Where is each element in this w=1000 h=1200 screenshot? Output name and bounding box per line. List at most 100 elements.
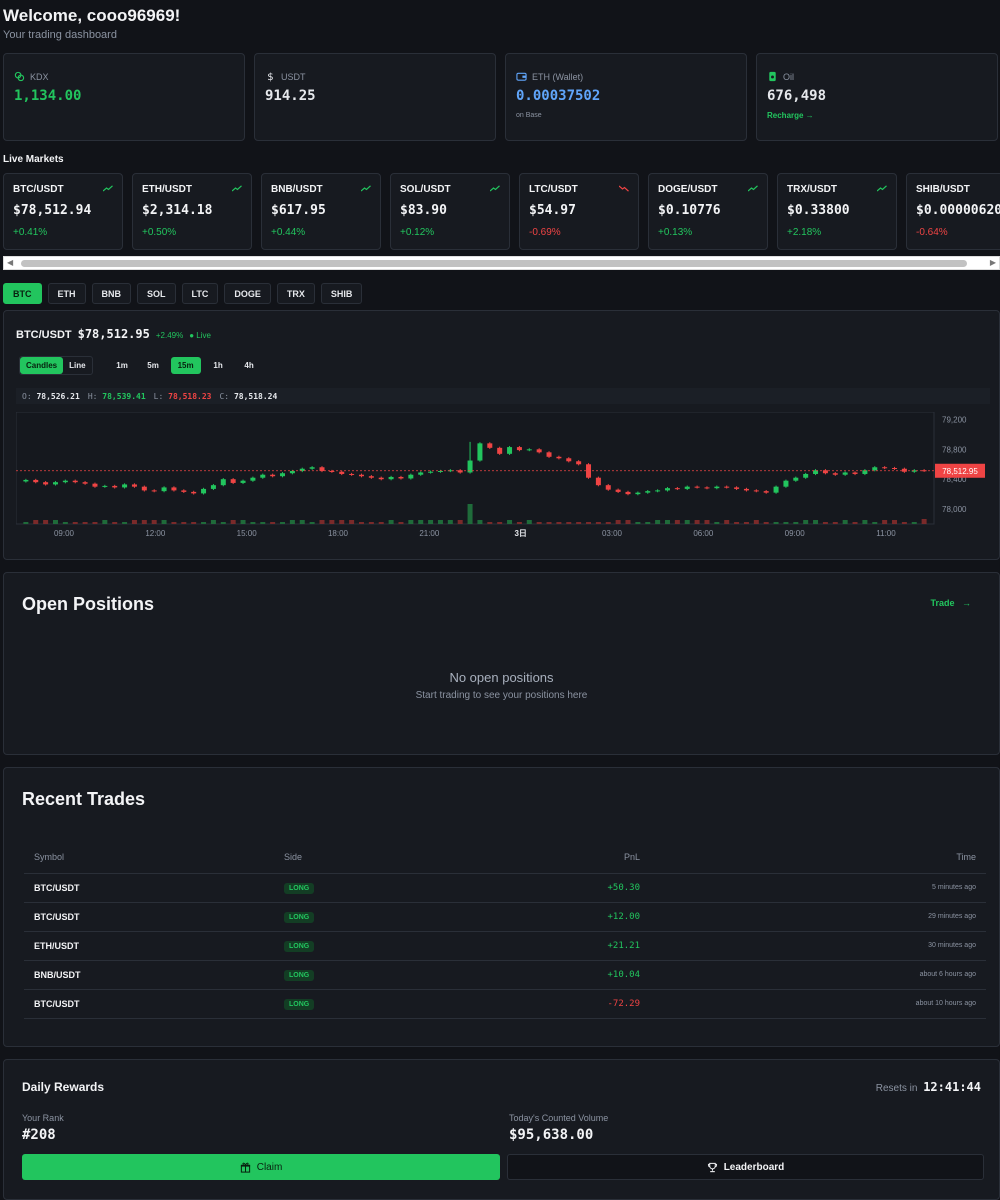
candlestick-chart[interactable]: 79,20078,80078,40078,00009:00 12:00 15:00 1…	[16, 412, 990, 552]
market-card-ltc[interactable]: LTC/USDT $54.97 -0.69%	[519, 173, 639, 250]
time-tick-label: 18:00	[328, 529, 349, 538]
volume-bar	[852, 522, 858, 524]
market-card-doge[interactable]: DOGE/USDT $0.10776 +0.13%	[648, 173, 768, 250]
tab-sol[interactable]: SOL	[137, 283, 176, 304]
svg-text:$: $	[267, 72, 273, 82]
volume-bar	[82, 522, 88, 524]
market-card-eth[interactable]: ETH/USDT $2,314.18 +0.50%	[132, 173, 252, 250]
mode-line-button[interactable]: Line	[63, 357, 91, 374]
candle-body	[556, 456, 562, 459]
markets-scrollbar[interactable]: ◀ ▶	[3, 256, 1000, 270]
claim-button[interactable]: Claim	[22, 1154, 500, 1180]
trend-up-icon	[876, 184, 887, 194]
volume-bar	[734, 522, 740, 524]
candle-body	[842, 472, 848, 475]
tab-shib[interactable]: SHIB	[320, 283, 363, 304]
market-card-shib[interactable]: SHIB/USDT $0.00000620 -0.64%	[906, 173, 1000, 250]
candle-body	[388, 476, 394, 480]
leaderboard-button[interactable]: Leaderboard	[507, 1154, 984, 1180]
scroll-left-icon[interactable]: ◀	[7, 258, 13, 267]
tab-eth[interactable]: ETH	[47, 283, 86, 304]
volume-label: Today's Counted Volume	[509, 1113, 609, 1123]
volume-bar	[793, 522, 799, 524]
volume-bar	[349, 520, 355, 524]
volume-bar	[586, 522, 592, 524]
volume-bar	[191, 522, 197, 524]
market-symbol: SOL/USDT	[400, 184, 451, 195]
candle-body	[428, 471, 434, 473]
reset-countdown: Resets in 12:41:44	[876, 1080, 981, 1094]
interval-4h-button[interactable]: 4h	[236, 357, 263, 374]
open-positions-title: Open Positions	[22, 594, 155, 614]
candle-body	[52, 482, 58, 485]
volume-bar	[437, 520, 443, 524]
market-card-sol[interactable]: SOL/USDT $83.90 +0.12%	[390, 173, 510, 250]
tab-bnb[interactable]: BNB	[91, 283, 131, 304]
chart-header: BTC/USDT $78,512.95 +2.49% ● Live	[16, 327, 211, 341]
volume-bar	[210, 520, 216, 524]
trade-link[interactable]: Trade →	[930, 598, 971, 608]
side-badge: LONG	[284, 969, 315, 981]
interval-1m-button[interactable]: 1m	[109, 357, 136, 374]
candle-body	[240, 480, 246, 483]
candle-body	[694, 486, 700, 488]
trade-time: 29 minutes ago	[650, 902, 986, 932]
volume-bar	[368, 522, 374, 524]
volume-bar	[477, 520, 483, 524]
interval-5m-button[interactable]: 5m	[140, 357, 167, 374]
volume-bar	[171, 522, 177, 524]
market-symbol: TRX/USDT	[787, 184, 837, 195]
mode-candles-button[interactable]: Candles	[20, 357, 64, 374]
volume-bar	[280, 522, 286, 524]
candle-body	[526, 449, 532, 451]
candle-body	[339, 471, 345, 474]
volume-bar	[92, 522, 98, 524]
market-change: +0.12%	[400, 227, 435, 238]
time-tick-label: 09:00	[54, 529, 75, 538]
tab-trx[interactable]: TRX	[276, 283, 315, 304]
volume-value: $95,638.00	[509, 1127, 594, 1143]
time-tick-label: 15:00	[237, 529, 258, 538]
market-symbol: BNB/USDT	[271, 184, 323, 195]
daily-rewards-panel: Daily Rewards Resets in 12:41:44 Your Ra…	[3, 1059, 1000, 1200]
volume-bar	[102, 520, 108, 524]
table-row: BTC/USDT LONG -72.29 about 10 hours ago	[24, 989, 986, 1019]
balance-card-oil: Oil 676,498 Recharge →	[756, 53, 998, 141]
column-header-symbol: Symbol	[24, 842, 274, 874]
candle-body	[191, 491, 197, 494]
volume-bar	[921, 519, 927, 524]
page-header: Welcome, cooo96969! Your trading dashboa…	[3, 6, 180, 41]
tab-btc[interactable]: BTC	[3, 283, 42, 304]
trend-up-icon	[489, 184, 500, 194]
market-card-trx[interactable]: TRX/USDT $0.33800 +2.18%	[777, 173, 897, 250]
daily-rewards-title: Daily Rewards	[22, 1080, 105, 1094]
trend-down-icon	[618, 184, 629, 194]
volume-bar	[605, 522, 611, 524]
market-card-bnb[interactable]: BNB/USDT $617.95 +0.44%	[261, 173, 381, 250]
recharge-link[interactable]: Recharge →	[767, 111, 987, 120]
scroll-right-icon[interactable]: ▶	[990, 258, 996, 267]
resets-label: Resets in	[875, 1083, 918, 1094]
open-label: O:	[22, 391, 32, 401]
tab-doge[interactable]: DOGE	[224, 283, 271, 304]
candle-body	[674, 488, 680, 490]
market-change: -0.69%	[529, 227, 561, 238]
low-value: 78,518.23	[168, 391, 212, 401]
market-card-btc[interactable]: BTC/USDT $78,512.94 +0.41%	[3, 173, 123, 250]
interval-1h-button[interactable]: 1h	[205, 357, 232, 374]
volume-bar	[694, 520, 700, 524]
candle-body	[793, 477, 799, 481]
side-badge: LONG	[284, 940, 315, 952]
tab-ltc[interactable]: LTC	[181, 283, 219, 304]
interval-15m-button[interactable]: 15m	[170, 357, 201, 374]
candle-body	[704, 487, 710, 489]
trade-side-cell: LONG	[274, 989, 474, 1019]
table-row: BNB/USDT LONG +10.04 about 6 hours ago	[24, 960, 986, 990]
volume-bar	[743, 522, 749, 524]
open-positions-panel: Open Positions Trade → No open positions…	[3, 572, 1000, 755]
market-price: $83.90	[400, 203, 447, 218]
volume-bar	[536, 522, 542, 524]
scrollbar-thumb[interactable]	[21, 260, 967, 267]
volume-bar	[872, 522, 878, 524]
empty-state-subtitle: Start trading to see your positions here	[415, 690, 588, 701]
